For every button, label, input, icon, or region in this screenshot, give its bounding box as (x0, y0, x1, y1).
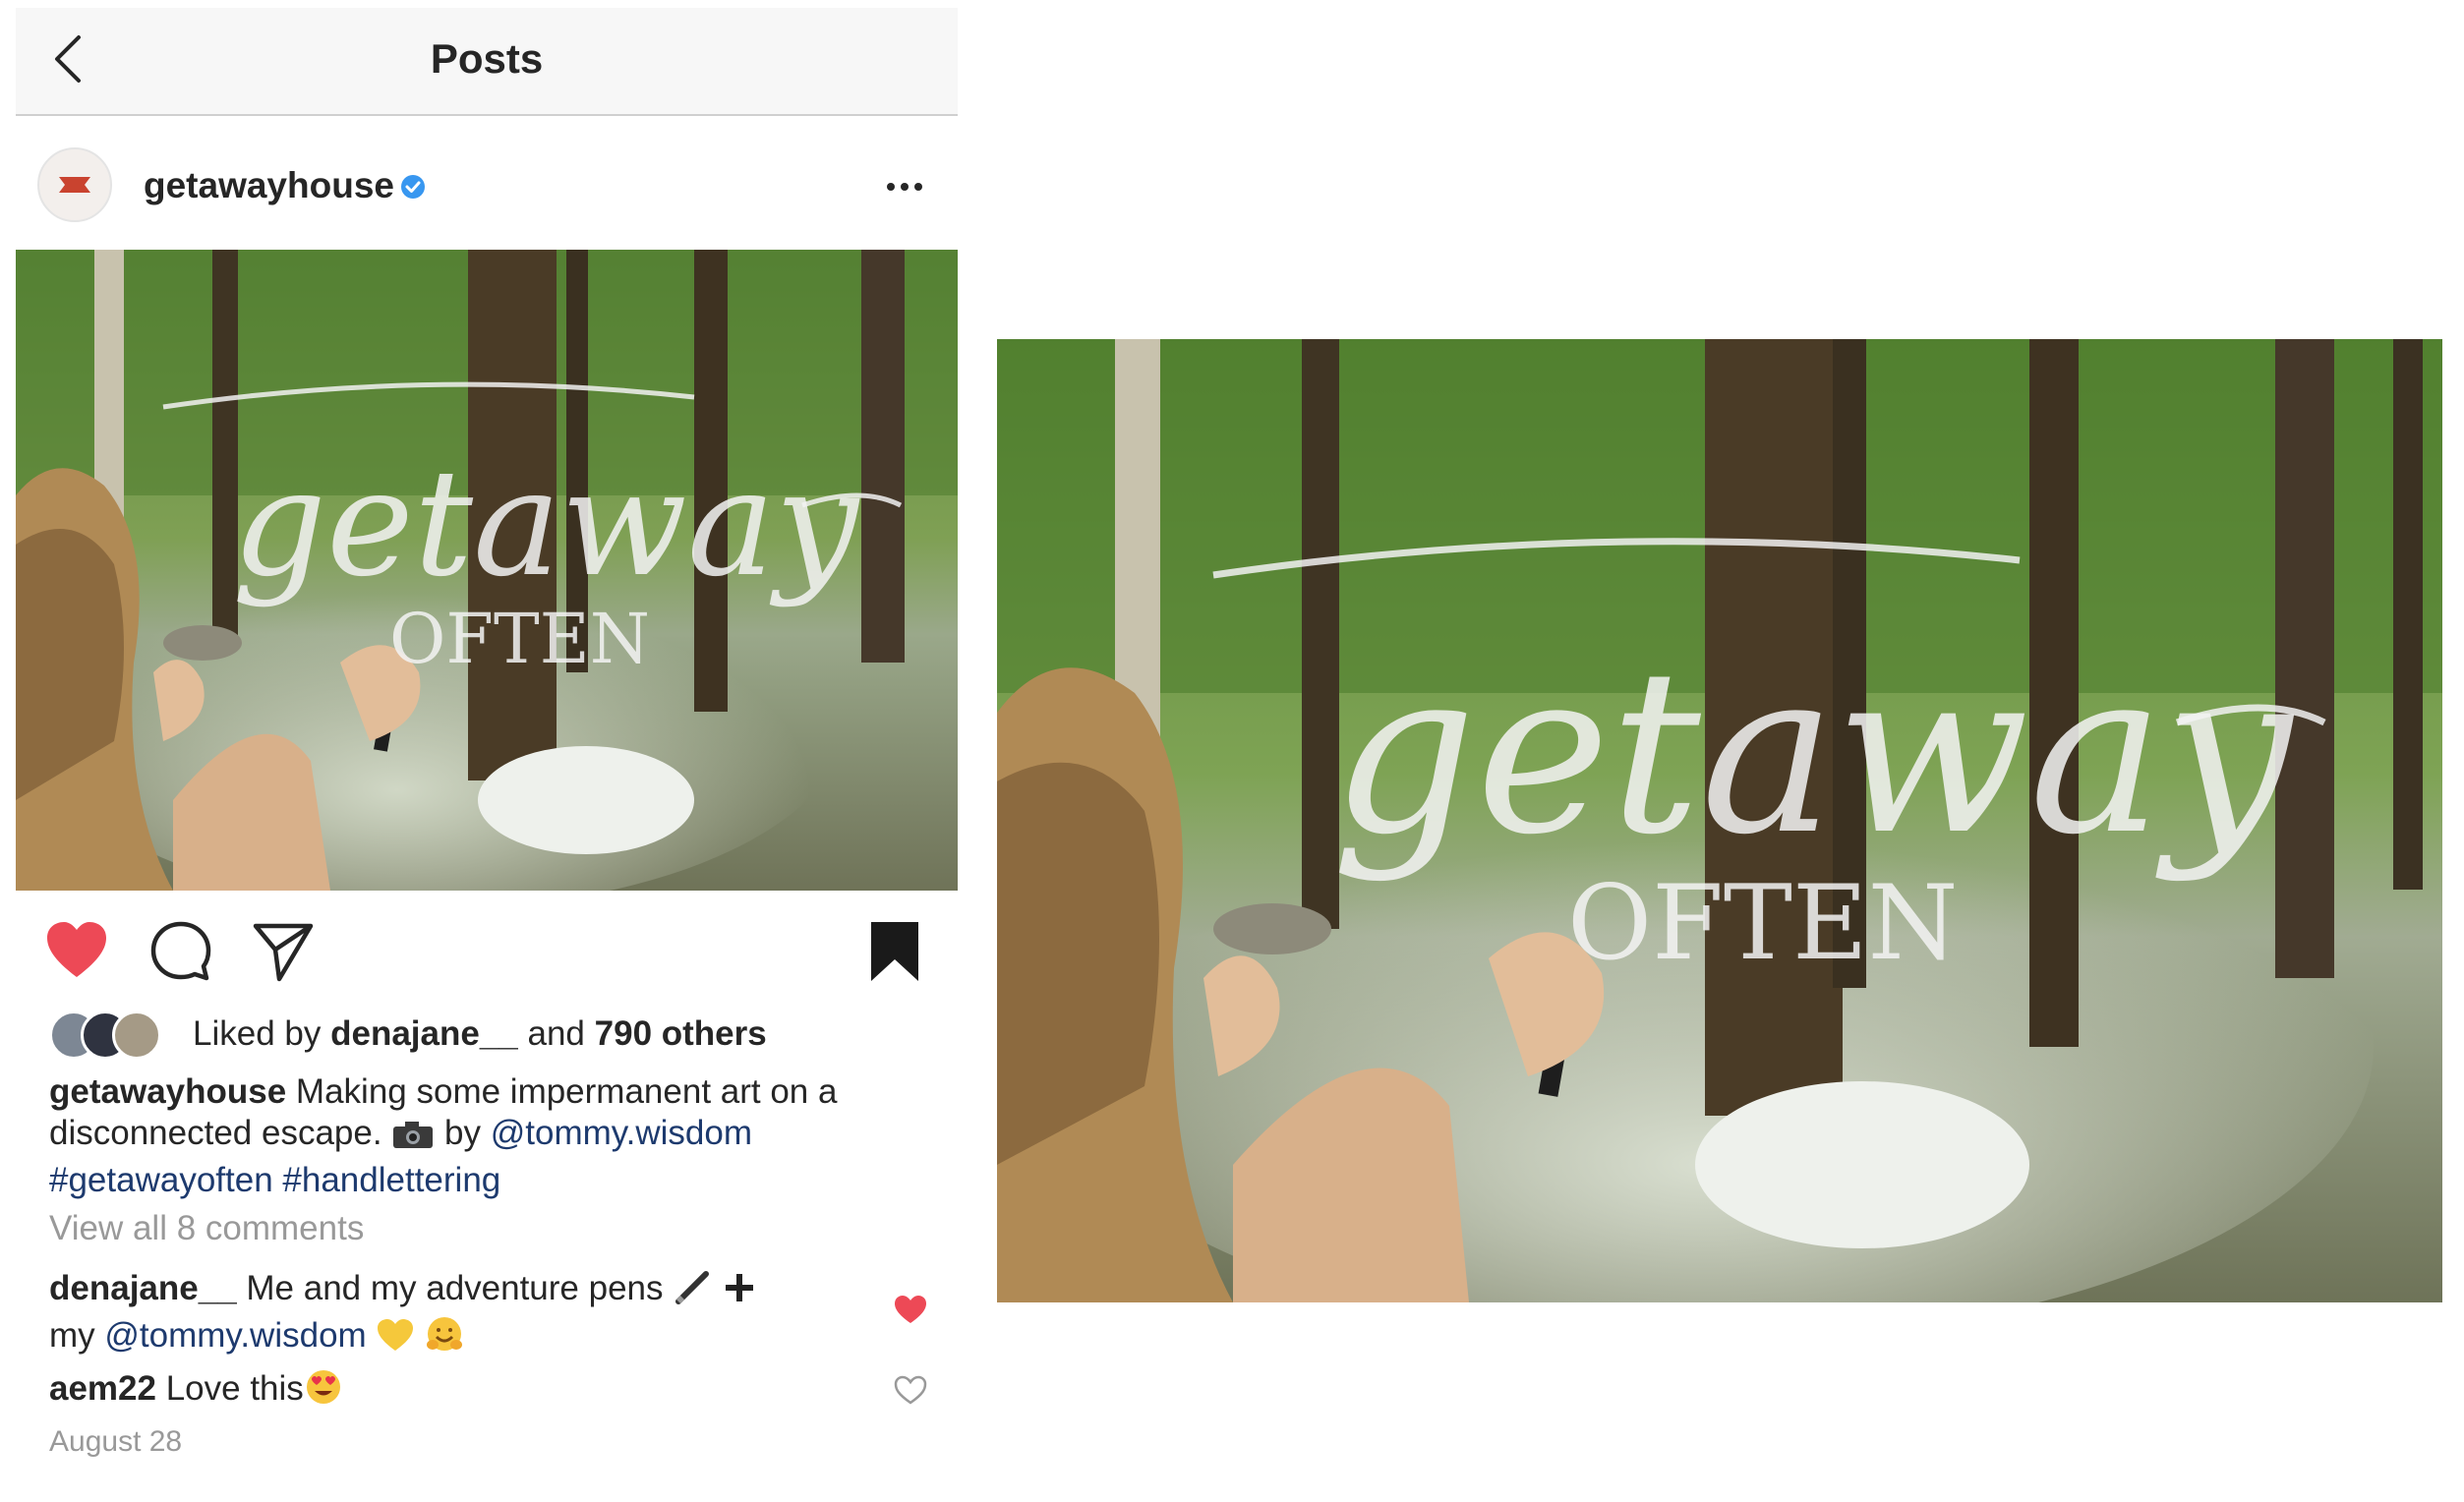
heart-icon (47, 922, 106, 977)
heart-outline-icon (894, 1375, 927, 1405)
enlarged-post-photo: getaway OFTEN (997, 339, 2442, 1302)
lettering-getaway: getaway (232, 438, 860, 609)
likes-and: and (527, 1014, 585, 1053)
liker-avatar (112, 1011, 161, 1060)
getaway-logo-icon (59, 177, 90, 193)
likes-others-count[interactable]: 790 others (595, 1014, 767, 1053)
caption-by: by (435, 1114, 491, 1152)
pen-emoji-icon (673, 1270, 712, 1315)
comment-like-button[interactable] (893, 1294, 928, 1325)
comment-mention[interactable]: @tommy.wisdom (104, 1316, 366, 1355)
post-action-bar (16, 904, 958, 993)
hashtag-getawayoften[interactable]: #getawayoften (49, 1161, 273, 1199)
lettering-getaway-large: getaway (1331, 622, 2295, 885)
verified-badge-icon (401, 175, 425, 199)
plus-emoji-icon (722, 1270, 757, 1315)
likes-summary[interactable]: Liked by denajane__ and 790 others (193, 1014, 767, 1054)
share-button[interactable] (250, 918, 317, 985)
page-title: Posts (430, 35, 544, 82)
post-photo[interactable]: getaway OFTEN (16, 250, 958, 891)
comment-text-2: my (49, 1316, 105, 1355)
view-all-comments-link[interactable]: View all 8 comments (49, 1209, 364, 1248)
comment-icon (150, 921, 211, 981)
heart-eyes-emoji-icon (304, 1368, 343, 1415)
yellow-heart-emoji-icon (376, 1317, 415, 1362)
comment-item: denajane__ Me and my adventure pens my @… (49, 1268, 836, 1362)
post-date: August 28 (49, 1425, 183, 1458)
more-options-button[interactable] (881, 175, 930, 199)
post-header: getawayhouse (16, 136, 958, 234)
bookmark-icon (871, 922, 918, 981)
caption-username[interactable]: getawayhouse (49, 1072, 286, 1111)
forest-photo-large: getaway OFTEN (997, 339, 2442, 1302)
camera-emoji-icon (391, 1119, 435, 1160)
hugging-face-emoji-icon (425, 1315, 464, 1362)
top-navigation-bar: Posts (16, 8, 958, 116)
hashtag-handlettering[interactable]: #handlettering (282, 1161, 500, 1199)
account-avatar[interactable] (37, 147, 112, 222)
comment-username[interactable]: denajane__ (49, 1269, 237, 1307)
like-button[interactable] (43, 918, 110, 985)
comment-text: Love this (155, 1369, 304, 1408)
more-options-icon (887, 183, 922, 191)
caption-mention[interactable]: @tommy.wisdom (491, 1114, 752, 1152)
comment-text: Me and my adventure pens (236, 1269, 674, 1307)
comment-item: aem22 Love this (49, 1368, 836, 1415)
instagram-post-screen: Posts getawayhouse getaway OFTEN Liked b… (16, 8, 958, 1492)
share-icon (253, 923, 314, 982)
heart-filled-icon (895, 1296, 926, 1323)
forest-photo-with-lettering: getaway OFTEN (16, 250, 958, 891)
post-username[interactable]: getawayhouse (144, 165, 394, 206)
comment-button[interactable] (147, 918, 214, 985)
liked-by-username[interactable]: denajane__ (330, 1014, 518, 1053)
comment-like-button[interactable] (893, 1374, 928, 1406)
lettering-often: OFTEN (389, 599, 650, 679)
lettering-often-large: OFTEN (1567, 863, 1959, 983)
save-button[interactable] (861, 918, 928, 985)
post-caption: getawayhouse Making some impermanent art… (49, 1071, 934, 1201)
comment-username[interactable]: aem22 (49, 1369, 156, 1408)
likes-prefix: Liked by (193, 1014, 322, 1053)
